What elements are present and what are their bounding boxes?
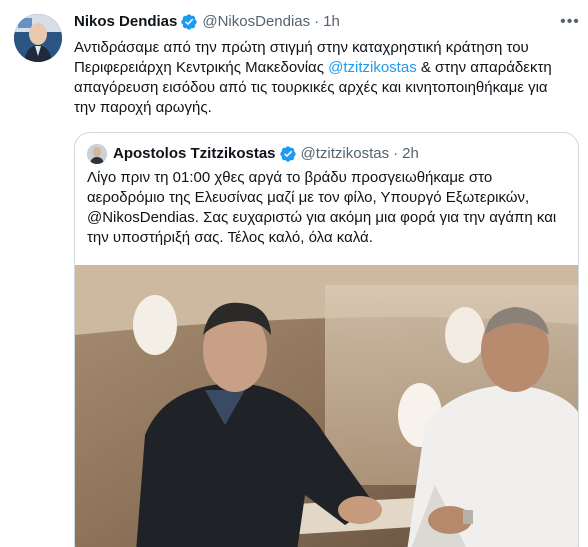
separator-dot: · (393, 145, 399, 162)
separator-dot: · (314, 13, 320, 30)
verified-badge-icon (279, 145, 297, 163)
author-handle[interactable]: @NikosDendias (202, 12, 310, 32)
quoted-tweet-text: Λίγο πριν τη 01:00 χθες αργά το βράδυ πρ… (87, 169, 557, 246)
tweet[interactable]: ••• Nikos Dendias @NikosDendias · 1h Αντ… (0, 0, 588, 547)
quoted-tweet-header: Apostolos Tzitzikostas @tzitzikostas · 2… (87, 144, 419, 164)
quoted-tweet-timestamp: 2h (402, 145, 419, 162)
quoted-author-avatar (87, 144, 107, 164)
quoted-tweet-photo[interactable] (75, 265, 578, 547)
avatar-image (14, 14, 62, 62)
cabin-window (445, 307, 485, 363)
author-name[interactable]: Nikos Dendias (74, 12, 177, 32)
quoted-author-handle: @tzitzikostas (300, 145, 390, 162)
quoted-tweet[interactable]: Apostolos Tzitzikostas @tzitzikostas · 2… (74, 132, 579, 547)
author-avatar[interactable] (14, 14, 62, 62)
tweet-text: Αντιδράσαμε από την πρώτη στιγμή στην κα… (74, 38, 554, 118)
tweet-content: Nikos Dendias @NikosDendias · 1h Αντιδρά… (74, 12, 574, 118)
verified-badge-icon (180, 13, 198, 31)
cabin-window (133, 295, 177, 355)
photo-image (75, 265, 578, 547)
tweet-timestamp[interactable]: 1h (323, 12, 340, 32)
mention-link[interactable]: @tzitzikostas (328, 59, 417, 76)
quoted-author-name: Apostolos Tzitzikostas (113, 145, 276, 162)
tweet-header: Nikos Dendias @NikosDendias · 1h (74, 12, 574, 32)
